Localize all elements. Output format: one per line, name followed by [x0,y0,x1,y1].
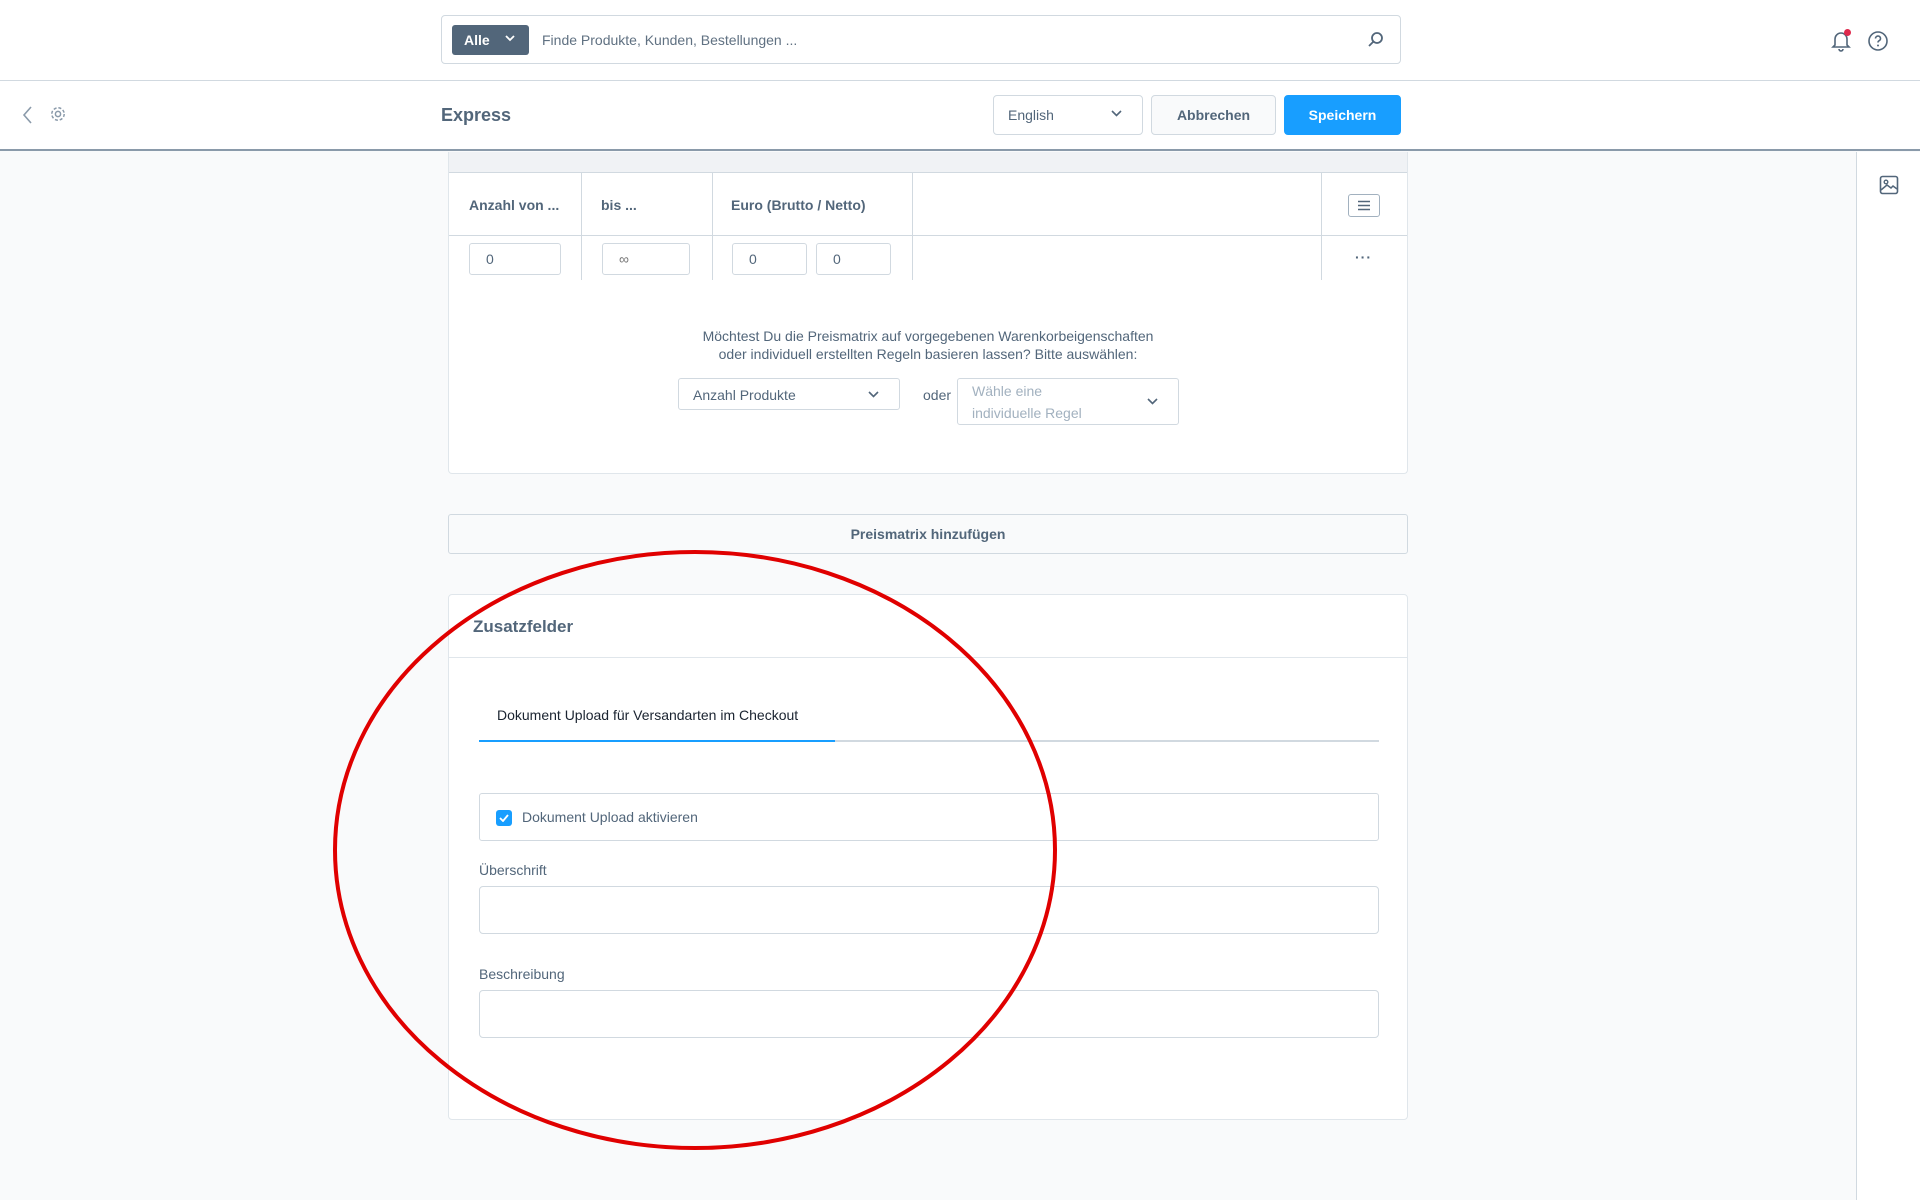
menu-icon [1358,200,1370,211]
help-icon[interactable] [1867,30,1889,52]
search-type-dropdown[interactable]: Alle [452,25,529,55]
search-type-label: Alle [464,32,490,48]
or-label: oder [923,387,952,403]
custom-rule-placeholder: individuelle Regel [972,405,1082,421]
column-divider [581,173,582,280]
chevron-down-icon [1111,110,1122,117]
column-divider [712,173,713,280]
price-matrix-grid: Anzahl von ... bis ... Euro (Brutto / Ne… [449,172,1407,280]
save-button[interactable]: Speichern [1284,95,1401,135]
column-header-price: Euro (Brutto / Netto) [731,197,866,213]
column-header-from: Anzahl von ... [469,197,560,213]
grid-header: Anzahl von ... bis ... Euro (Brutto / Ne… [449,173,1407,236]
cancel-button[interactable]: Abbrechen [1151,95,1276,135]
page-title: Express [441,105,512,125]
chevron-down-icon [505,35,515,42]
rule-prompt-line: Möchtest Du die Preismatrix auf vorgegeb… [702,328,1154,344]
search-input[interactable] [542,26,1322,54]
rule-basis-value: Anzahl Produkte [693,387,796,403]
rule-basis-select[interactable]: Anzahl Produkte [678,378,900,410]
column-divider [1321,173,1322,280]
price-gross-input[interactable] [732,243,807,275]
gear-icon[interactable] [49,105,67,123]
card-top-strip [449,152,1407,172]
language-select[interactable]: English [993,95,1143,135]
custom-rule-placeholder: Wähle eine [972,383,1043,399]
notification-dot [1844,29,1851,36]
price-net-input[interactable] [816,243,891,275]
chevron-down-icon [1147,398,1158,405]
grid-settings-button[interactable] [1348,194,1380,217]
search-icon[interactable] [1367,31,1385,49]
column-divider [912,173,913,280]
annotation-ellipse [333,550,1057,1150]
smart-bar: Express English Abbrechen Speichern [0,81,1920,151]
top-bar: Alle [0,0,1920,81]
annotation-ellipse-shape [333,550,1057,1150]
right-sidebar [1856,152,1920,1200]
quantity-from-input[interactable] [469,243,561,275]
rule-prompt: Möchtest Du die Preismatrix auf vorgegeb… [449,327,1407,363]
chevron-left-icon[interactable] [21,105,35,125]
custom-rule-select[interactable]: Wähle eine individuelle Regel [957,378,1179,425]
global-search: Alle [441,15,1401,64]
price-matrix-card: Anzahl von ... bis ... Euro (Brutto / Ne… [448,152,1408,474]
rule-prompt-line: oder individuell erstellten Regeln basie… [718,346,1138,362]
column-header-to: bis ... [601,197,637,213]
chevron-down-icon [868,391,879,398]
row-actions-button[interactable]: ··· [1355,249,1372,265]
language-select-value: English [1008,107,1054,123]
quantity-to-input[interactable] [602,243,690,275]
image-icon[interactable] [1879,175,1899,195]
